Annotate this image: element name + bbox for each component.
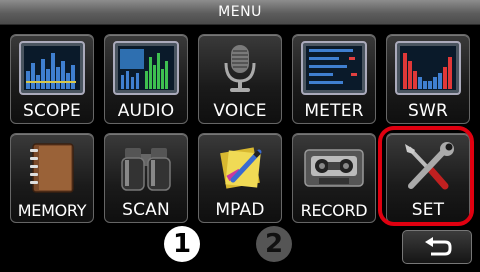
wrench-screwdriver-icon	[405, 142, 454, 190]
swr-graph-icon	[395, 41, 461, 95]
mpad-label: MPAD	[215, 200, 265, 220]
set-button[interactable]: SET	[386, 133, 470, 223]
meter-button[interactable]: METER	[292, 34, 376, 124]
scope-button[interactable]: SCOPE	[10, 34, 94, 124]
mpad-button[interactable]: MPAD	[198, 133, 282, 223]
record-button[interactable]: RECORD	[292, 133, 376, 223]
binoculars-icon	[121, 148, 171, 191]
scan-button[interactable]: SCAN	[104, 133, 188, 223]
scan-label: SCAN	[122, 200, 170, 220]
meter-icon	[301, 41, 367, 95]
page-2-indicator[interactable]: 2	[256, 226, 292, 262]
memo-pad-icon	[220, 147, 262, 189]
memory-book-icon	[30, 143, 74, 193]
voice-label: VOICE	[213, 101, 267, 121]
record-label: RECORD	[300, 201, 368, 220]
audio-button[interactable]: AUDIO	[104, 34, 188, 124]
cassette-icon	[304, 149, 364, 187]
page-1-indicator[interactable]: 1	[164, 226, 200, 262]
spectrum-scope-icon	[19, 41, 85, 95]
back-button[interactable]	[402, 230, 472, 264]
meter-label: METER	[304, 101, 364, 121]
menu-title: MENU	[0, 0, 480, 25]
voice-button[interactable]: VOICE	[198, 34, 282, 124]
set-label: SET	[411, 200, 445, 220]
audio-scope-icon	[113, 41, 179, 95]
scope-label: SCOPE	[22, 101, 82, 121]
swr-label: SWR	[407, 101, 448, 121]
memory-button[interactable]: MEMORY	[10, 133, 94, 223]
audio-label: AUDIO	[117, 101, 175, 121]
memory-label: MEMORY	[17, 201, 87, 220]
microphone-icon	[224, 45, 256, 92]
swr-button[interactable]: SWR	[386, 34, 470, 124]
return-arrow-icon	[425, 237, 452, 256]
